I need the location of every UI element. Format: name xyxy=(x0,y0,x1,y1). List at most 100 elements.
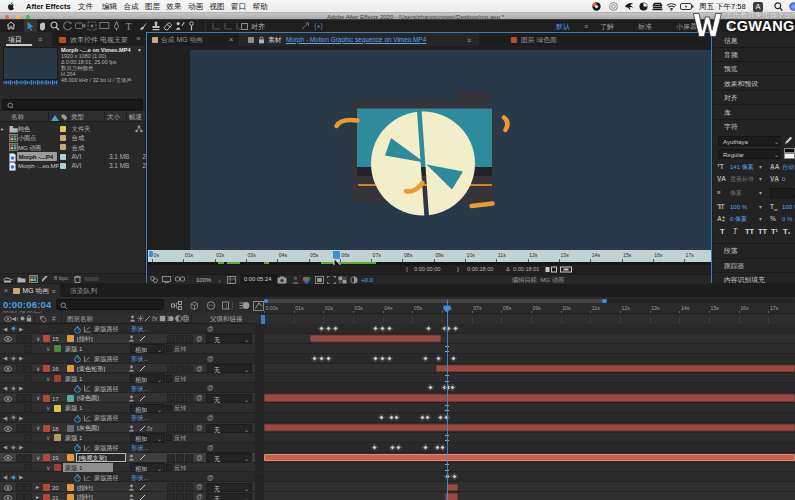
row-label-chip[interactable] xyxy=(60,154,66,160)
time-navigator[interactable] xyxy=(264,298,795,303)
panel-menu-icon[interactable]: ≡ xyxy=(38,36,42,43)
tab-render-queue[interactable]: 渲染队列 xyxy=(70,288,97,295)
char-value-right[interactable]: 自动 xyxy=(782,164,794,170)
keyframe-diamond[interactable] xyxy=(324,355,331,362)
panel-header-音频[interactable]: 音频 xyxy=(713,48,795,62)
layer-duration-bar[interactable] xyxy=(264,394,795,401)
project-row[interactable]: ▸纯色文件夹 xyxy=(0,124,145,133)
mask-color-chip[interactable] xyxy=(54,464,61,471)
mask-mode-select[interactable]: 相加⌄ xyxy=(130,344,165,353)
twirl-icon[interactable]: ∨ xyxy=(46,465,50,471)
keyframe-diamond[interactable] xyxy=(392,414,399,421)
viewer-zoom-value[interactable]: 100% xyxy=(196,277,211,283)
workspace-tab-1[interactable]: 了解 xyxy=(600,23,614,30)
av-cell[interactable] xyxy=(24,424,32,432)
keyframe-diamond[interactable] xyxy=(331,325,338,332)
shy-icon[interactable] xyxy=(205,299,218,311)
snap-checkbox[interactable] xyxy=(241,23,248,30)
draft-3d-icon[interactable] xyxy=(188,299,201,311)
parent-select[interactable]: 无⌄ xyxy=(206,493,252,500)
layer-duration-bar[interactable] xyxy=(447,484,458,491)
kf-nav-current[interactable] xyxy=(10,325,17,332)
kf-nav-prev-icon[interactable]: ◀ xyxy=(3,475,7,481)
switch-cell[interactable] xyxy=(185,424,193,432)
input-source-icon[interactable]: A xyxy=(753,2,763,12)
kf-nav-prev-icon[interactable]: ◀ xyxy=(3,386,7,392)
parent-select[interactable]: 无⌄ xyxy=(206,364,252,373)
tab-layer-viewer-label[interactable]: 图层 绿色圆 xyxy=(521,37,557,44)
keyframe-diamond[interactable] xyxy=(424,325,431,332)
layer-label-chip[interactable] xyxy=(43,365,50,372)
layer-label-chip[interactable] xyxy=(43,454,50,461)
prop-pickwhip-icon[interactable]: @ xyxy=(207,475,214,482)
kf-nav-next-icon[interactable]: ▶ xyxy=(19,475,23,481)
menubar-menu-8[interactable]: 帮助 xyxy=(253,3,268,11)
faux-style-button-5[interactable]: T₁ xyxy=(783,228,791,236)
panel-header-对齐[interactable]: 对齐 xyxy=(713,91,795,105)
traffic-zoom-button[interactable] xyxy=(26,15,30,19)
font-style-select[interactable]: Regular⌄ xyxy=(718,149,781,159)
switch-cell[interactable] xyxy=(185,493,193,500)
tab-menu-icon[interactable]: ≡ xyxy=(52,288,56,295)
char-caret[interactable]: ▾ xyxy=(759,190,762,196)
menubar-menu-1[interactable]: 编辑 xyxy=(102,3,117,11)
av-cell[interactable] xyxy=(24,454,32,462)
char-caret[interactable]: ▾ xyxy=(759,204,762,210)
layer-label-chip[interactable] xyxy=(43,494,50,500)
layer-duration-bar[interactable] xyxy=(436,365,795,372)
av-cell[interactable] xyxy=(16,335,24,343)
kf-nav-next-icon[interactable]: ▶ xyxy=(19,327,23,333)
switch-cell[interactable] xyxy=(176,493,184,500)
parent-pickwhip-icon[interactable]: @ xyxy=(196,425,203,432)
switch-cell[interactable] xyxy=(185,483,193,491)
av-cell[interactable] xyxy=(16,424,24,432)
switch-cell[interactable] xyxy=(176,335,184,343)
invert-checkbox[interactable] xyxy=(166,375,173,382)
keyframe-diamond[interactable] xyxy=(438,444,445,451)
av-cell[interactable] xyxy=(24,404,32,412)
invert-checkbox[interactable] xyxy=(166,464,173,471)
twirl-icon[interactable]: ∨ xyxy=(46,435,50,441)
twirl-icon[interactable]: ▸ xyxy=(36,494,39,500)
mask-color-chip[interactable] xyxy=(54,375,61,382)
kf-nav-current[interactable] xyxy=(10,355,17,362)
kf-nav-next-icon[interactable]: ▶ xyxy=(19,356,23,362)
switch-cell[interactable] xyxy=(167,394,175,402)
footage-ruler-scroll-dot[interactable] xyxy=(149,251,153,257)
keyframe-diamond[interactable] xyxy=(451,325,458,332)
av-cell[interactable] xyxy=(24,365,32,373)
twirl-icon[interactable]: ∨ xyxy=(46,405,50,411)
keyframe-diamond[interactable] xyxy=(421,355,428,362)
tab-project[interactable]: 项目≡ xyxy=(0,32,52,46)
footage-time-ruler[interactable]: 0s01s02s03s04s05s06s07s08s09s10s11s12s13… xyxy=(148,250,711,262)
layer-label-chip[interactable] xyxy=(43,425,50,432)
mask-color-chip[interactable] xyxy=(54,345,61,352)
keyframe-diamond[interactable] xyxy=(371,325,378,332)
keyframe-diamond[interactable] xyxy=(378,325,385,332)
char-caret[interactable]: ▾ xyxy=(759,176,762,182)
mask-color-chip[interactable] xyxy=(54,434,61,441)
switch-cell[interactable] xyxy=(167,483,175,491)
panel-header-段落[interactable]: 段落 xyxy=(713,243,795,257)
parent-select[interactable]: 无⌄ xyxy=(206,453,252,462)
frame-blend-icon[interactable] xyxy=(221,299,234,311)
faux-style-button-0[interactable]: T xyxy=(720,228,725,236)
menubar-menu-2[interactable]: 合成 xyxy=(124,3,139,11)
navigator-start-handle[interactable] xyxy=(264,299,268,303)
mask-color-chip[interactable] xyxy=(54,405,61,412)
keyframe-diamond[interactable] xyxy=(421,444,428,451)
kf-nav-next-icon[interactable]: ▶ xyxy=(19,386,23,392)
prop-value-link[interactable]: 形状... xyxy=(131,326,149,332)
char-value-right[interactable]: 100 % xyxy=(782,204,795,210)
switch-cell[interactable] xyxy=(176,483,184,491)
parent-select[interactable]: 无⌄ xyxy=(206,334,252,343)
twirl-icon[interactable]: ▸ xyxy=(36,484,39,490)
prop-pickwhip-icon[interactable]: @ xyxy=(207,356,214,363)
char-value-right[interactable]: 0 % xyxy=(782,216,792,222)
project-col-size[interactable]: 大小 xyxy=(107,114,120,121)
shape-tool[interactable] xyxy=(97,20,110,32)
layer-label-chip[interactable] xyxy=(43,335,50,342)
layer-label-chip[interactable] xyxy=(43,484,50,491)
invert-checkbox[interactable] xyxy=(166,345,173,352)
keyframe-diamond[interactable] xyxy=(317,355,324,362)
